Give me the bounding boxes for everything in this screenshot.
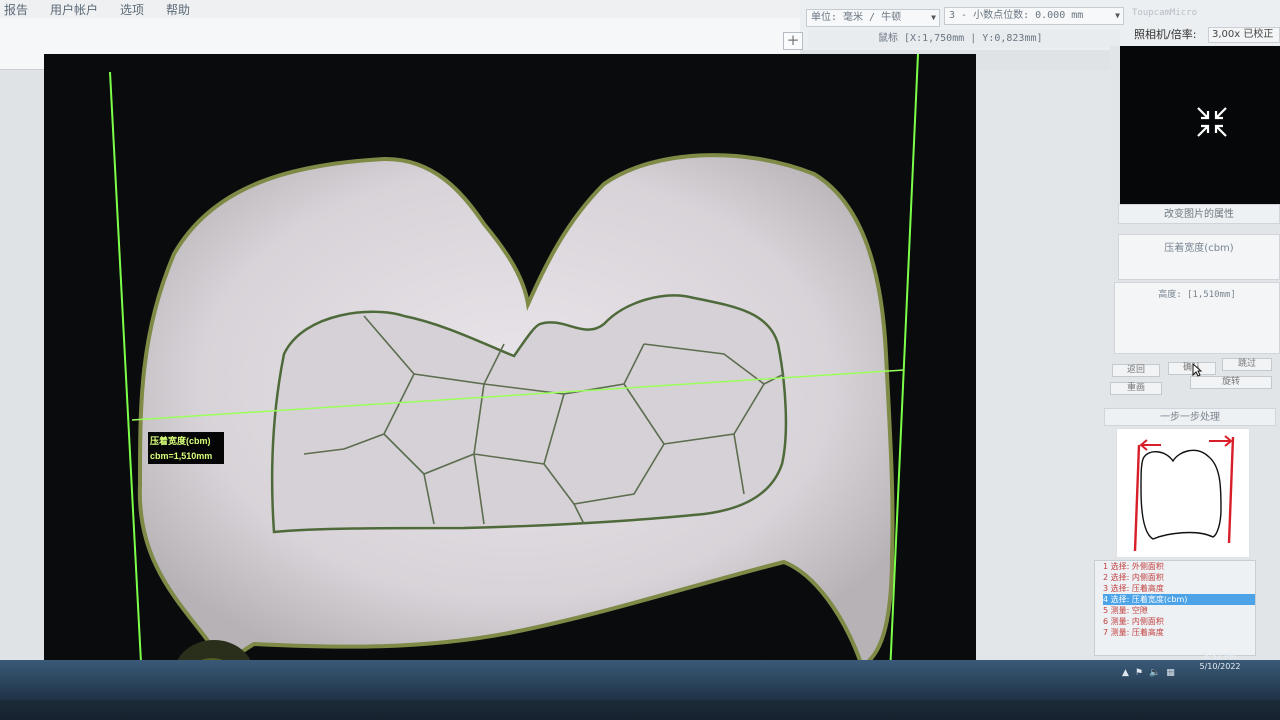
magnification-label: 照相机/倍率: [1134,28,1197,41]
taskbar-glass [0,660,1280,700]
add-button[interactable]: + [783,32,803,50]
clock-date: 5/10/2022 [1199,662,1241,671]
mouse-cursor-icon [1192,362,1203,381]
menu-options[interactable]: 选项 [120,1,144,18]
menu-user-account[interactable]: 用户帐户 [50,1,98,18]
image-viewport[interactable]: 压着宽度(cbm) cbm=1,510mm [44,54,976,720]
clock[interactable]: 8:32 PM 5/10/2022 [1192,652,1248,672]
screen: 报告 用户帐户 选项 帮助 单位: 毫米 / 牛顿 ▼ 3 - 小数点位数: 0… [0,0,1280,720]
step-item[interactable]: 6 测量: 内侧面积 [1103,616,1255,627]
decimal-select[interactable]: 3 - 小数点位数: 0.000 mm ▼ [944,7,1124,25]
diagram-left-line [1133,444,1141,552]
panel-title: 改变图片的属性 [1118,204,1280,224]
flag-icon[interactable]: ⚑ [1135,668,1143,678]
diagram-right-line [1227,436,1235,544]
left-measure-line[interactable] [109,71,145,720]
redraw-button-label: 重画 [1126,383,1145,393]
measurement-value: cbm=1,510mm [150,451,213,461]
magnification-value: 3,00x 已校正 [1212,29,1274,40]
step-item-selected[interactable]: 4 选择: 压着宽度(cbm) [1103,594,1255,605]
back-button-label: 返回 [1126,365,1145,375]
collapse-fullscreen-icon[interactable] [1196,106,1228,142]
unit-select-value: 单位: 毫米 / 牛顿 [811,12,902,23]
step-item[interactable]: 2 选择: 内侧面积 [1103,572,1255,583]
measure-name: 压着宽度(cbm) [1164,243,1234,254]
camera-preview[interactable] [1120,46,1280,206]
step-item[interactable]: 3 选择: 压着高度 [1103,583,1255,594]
clock-time: 8:32 PM [1203,652,1237,661]
measure-name-box: 压着宽度(cbm) [1118,234,1280,280]
magnification-field[interactable]: 3,00x 已校正 [1208,27,1280,43]
height-value: 高度: [1,510mm] [1158,290,1236,300]
diagram-crimp-outline [1140,449,1222,540]
volume-icon[interactable]: 🔈 [1149,668,1160,678]
unit-select[interactable]: 单位: 毫米 / 牛顿 ▼ [806,9,940,27]
arrow-right-icon [1209,435,1233,447]
height-box: 高度: [1,510mm] [1114,282,1280,354]
measurement-name: 压着宽度(cbm) [150,436,211,446]
tray-arrow-icon[interactable]: ▲ [1122,668,1129,678]
plus-icon: + [786,31,800,49]
network-icon[interactable]: ▦ [1166,668,1175,678]
decimal-select-value: 3 - 小数点位数: 0.000 mm [949,10,1084,21]
mouse-readout: 鼠标 [X:1,750mm | Y:0,823mm] [808,30,1120,48]
menu-help[interactable]: 帮助 [166,1,190,18]
cross-section-image [109,54,919,720]
arrow-left-icon [1139,439,1161,451]
mouse-label: 鼠标 [878,33,898,44]
skip-button[interactable]: 跳过 [1222,358,1272,371]
step-item[interactable]: 7 测量: 压着高度 [1103,627,1255,638]
taskbar [0,660,1280,720]
chevron-down-icon: ▼ [1115,11,1120,20]
step-title: 一步一步处理 [1104,408,1276,426]
mouse-coordinates: [X:1,750mm | Y:0,823mm] [904,33,1043,44]
back-button[interactable]: 返回 [1112,364,1160,377]
crimp-width-diagram [1116,428,1250,558]
menubar: 报告 用户帐户 选项 帮助 [0,0,800,18]
redraw-button[interactable]: 重画 [1110,382,1162,395]
rotate-button-label: 旋转 [1221,377,1240,387]
menu-report[interactable]: 报告 [4,1,28,18]
step-item[interactable]: 5 测量: 空隙 [1103,605,1255,616]
chevron-down-icon: ▼ [931,13,936,22]
step-item[interactable]: 1 选择: 外侧面积 [1103,561,1255,572]
skip-button-label: 跳过 [1237,359,1256,369]
rotate-button[interactable]: 旋转 [1190,376,1272,389]
brand-label: ToupcamMicro [1132,8,1198,18]
step-list[interactable]: 1 选择: 外侧面积 2 选择: 内侧面积 3 选择: 压着高度 4 选择: 压… [1094,560,1256,656]
measurement-label: 压着宽度(cbm) cbm=1,510mm [150,434,224,464]
right-measure-line[interactable] [889,54,919,675]
